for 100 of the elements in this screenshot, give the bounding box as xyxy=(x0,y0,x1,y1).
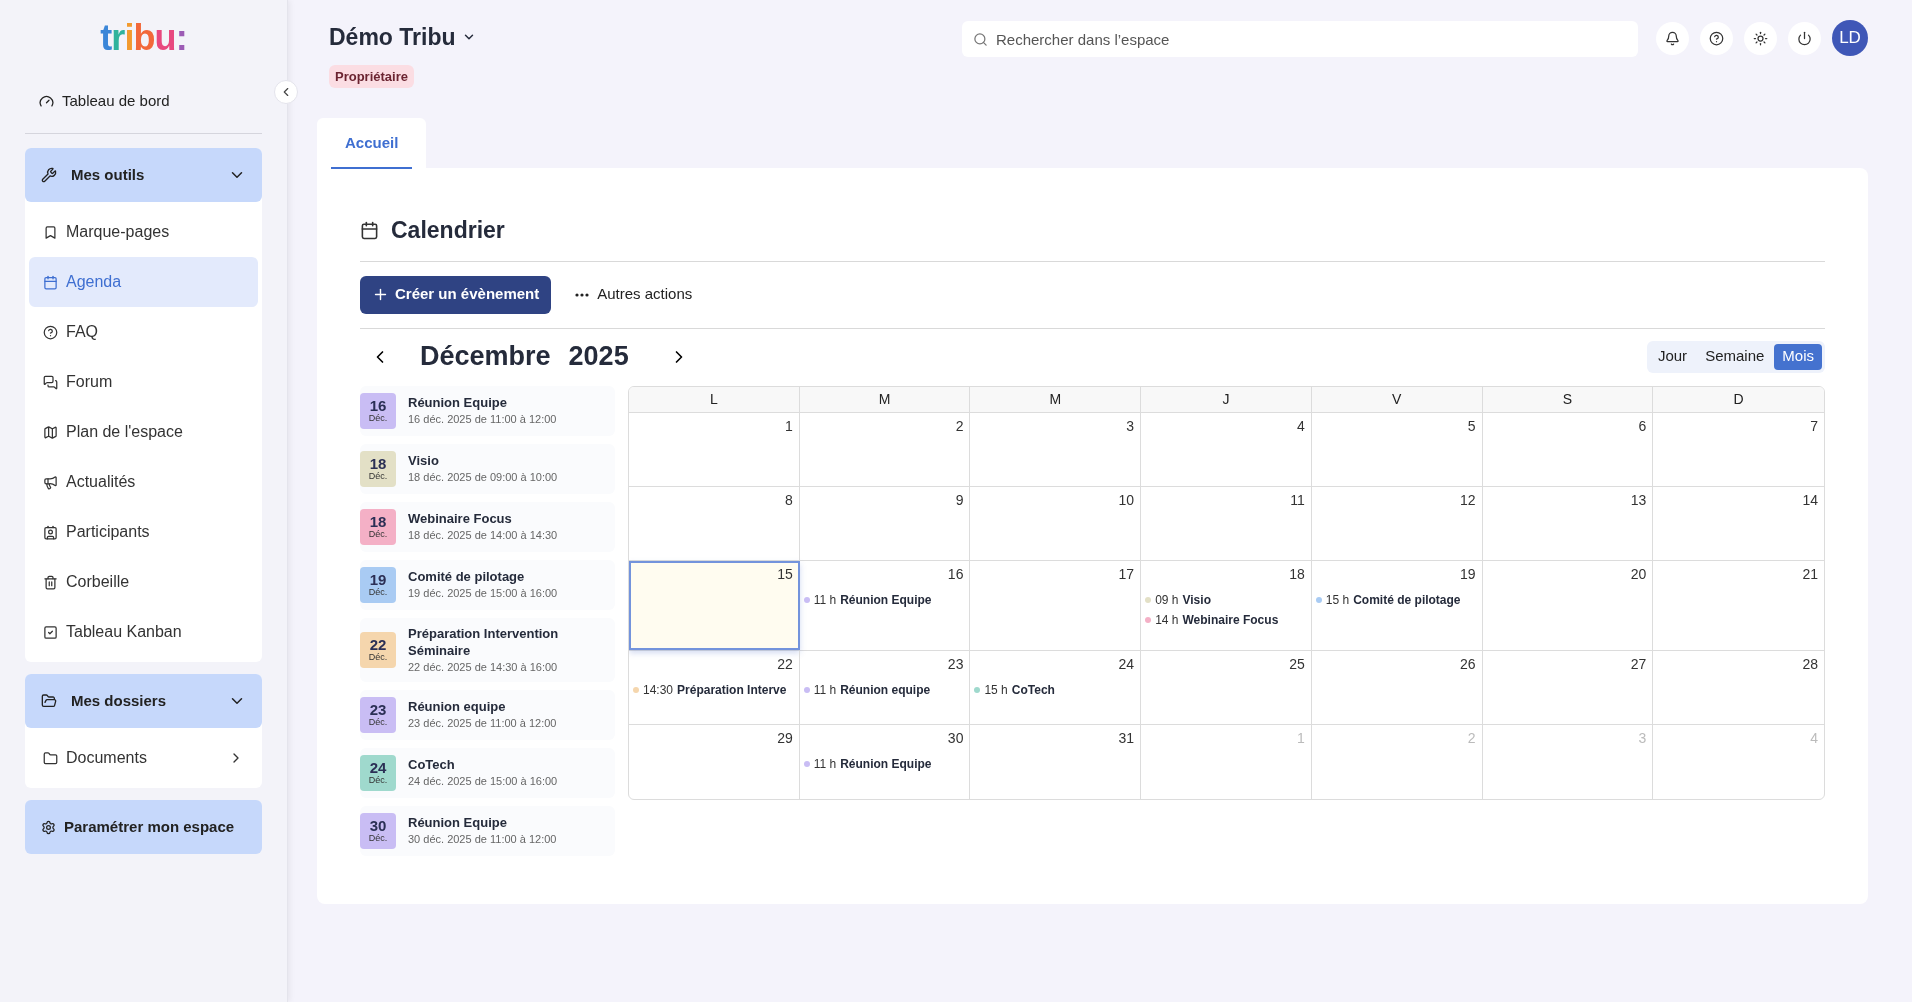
event-title: Réunion Equipe xyxy=(408,814,508,831)
day-cell[interactable]: 24 15 h CoTech xyxy=(970,650,1142,724)
day-cell[interactable]: 6 xyxy=(1482,412,1654,486)
space-title[interactable]: Démo Tribu xyxy=(329,20,476,55)
calendar-event[interactable]: 11 h Réunion Equipe xyxy=(803,754,964,773)
day-cell[interactable]: 9 xyxy=(799,486,971,560)
event-datetime: 16 déc. 2025 de 11:00 à 12:00 xyxy=(408,412,557,427)
view-tab[interactable]: Mois xyxy=(1774,343,1822,370)
day-cell[interactable]: 25 xyxy=(1141,650,1312,724)
day-cell[interactable]: 13 xyxy=(1482,486,1654,560)
help-icon[interactable] xyxy=(1700,21,1733,55)
sidebar-item[interactable]: Participants xyxy=(29,507,258,557)
calendar-event[interactable]: 15 h CoTech xyxy=(974,680,1135,699)
date-badge: 18 Déc. xyxy=(360,450,396,487)
settings-button[interactable]: Paramétrer mon espace xyxy=(25,800,262,854)
weekday-header: L xyxy=(629,386,800,412)
view-tab[interactable]: Semaine xyxy=(1697,343,1773,370)
view-tab[interactable]: Jour xyxy=(1649,343,1696,370)
upcoming-event[interactable]: 18 Déc. Visio 18 déc. 2025 de 09:00 à 10:00 xyxy=(360,443,615,494)
day-cell[interactable]: 5 xyxy=(1311,412,1483,486)
search-field[interactable]: Rechercher dans l’espace xyxy=(962,21,1638,57)
calendar-event[interactable]: 09 h Visio xyxy=(1145,590,1305,609)
day-cell[interactable]: 8 xyxy=(629,486,800,560)
item-icon xyxy=(43,274,58,290)
month-title: Décembre xyxy=(420,340,551,374)
notifications-icon[interactable] xyxy=(1656,21,1689,55)
day-cell[interactable]: 10 xyxy=(970,486,1142,560)
day-cell[interactable]: 19 15 h Comité de pilotage xyxy=(1311,560,1483,650)
settings-icon xyxy=(41,819,56,835)
weekday-header: S xyxy=(1482,386,1654,412)
day-cell[interactable]: 2 xyxy=(799,412,971,486)
collapse-sidebar-button[interactable] xyxy=(274,80,298,104)
event-title: Comité de pilotage xyxy=(408,568,526,585)
user-avatar[interactable]: LD xyxy=(1832,20,1868,56)
upcoming-event[interactable]: 18 Déc. Webinaire Focus 18 déc. 2025 de 14:00 à 14:30 xyxy=(360,501,615,552)
weekday-header: J xyxy=(1141,386,1312,412)
sun-icon[interactable] xyxy=(1744,21,1777,55)
day-cell[interactable]: 26 xyxy=(1311,650,1483,724)
logo: tribu: xyxy=(100,20,187,56)
upcoming-event[interactable]: 23 Déc. Réunion equipe 23 déc. 2025 de 11:00 à 12:00 xyxy=(360,689,615,740)
day-cell[interactable]: 21 xyxy=(1653,560,1824,650)
day-cell[interactable]: 22 14:30 Préparation Interve xyxy=(629,650,800,724)
day-cell[interactable]: 23 11 h Réunion equipe xyxy=(799,650,971,724)
sidebar-item[interactable]: Tableau Kanban xyxy=(29,607,258,657)
item-icon xyxy=(43,574,58,590)
date-badge: 22 Déc. xyxy=(360,631,396,668)
day-cell[interactable]: 16 11 h Réunion Equipe xyxy=(799,560,971,650)
upcoming-event[interactable]: 16 Déc. Réunion Equipe 16 déc. 2025 de 11:00 à 12:00 xyxy=(360,385,615,436)
create-event-button[interactable]: Créer un évènement xyxy=(360,275,552,314)
section-header[interactable]: Mes outils xyxy=(25,148,262,202)
sidebar-item[interactable]: Agenda xyxy=(29,257,258,307)
day-cell[interactable]: 15 xyxy=(629,560,800,650)
day-cell[interactable]: 28 xyxy=(1653,650,1824,724)
tab[interactable]: Accueil xyxy=(317,118,427,168)
item-icon xyxy=(43,474,58,490)
item-icon xyxy=(43,624,58,640)
day-cell[interactable]: 18 09 h Visio 14 h Webinaire Focus xyxy=(1141,560,1312,650)
calendar-event[interactable]: 14:30 Préparation Interve xyxy=(633,680,793,699)
sidebar-item[interactable]: Corbeille xyxy=(29,557,258,607)
power-icon[interactable] xyxy=(1788,21,1821,55)
calendar-event[interactable]: 15 h Comité de pilotage xyxy=(1315,590,1476,609)
day-cell[interactable]: 30 11 h Réunion Equipe xyxy=(799,724,971,799)
event-title: Visio xyxy=(408,452,440,469)
day-cell[interactable]: 29 xyxy=(629,724,800,799)
day-cell[interactable]: 1 xyxy=(629,412,800,486)
calendar-event[interactable]: 11 h Réunion Equipe xyxy=(803,590,964,609)
upcoming-event[interactable]: 22 Déc. Préparation Intervention Séminaire 22 déc. 2025 de 14:30 à 16:00 xyxy=(360,617,615,682)
year-title: 2025 xyxy=(568,340,629,374)
upcoming-event[interactable]: 19 Déc. Comité de pilotage 19 déc. 2025 de 15:00 à 16:00 xyxy=(360,559,615,610)
day-cell[interactable]: 3 xyxy=(970,412,1142,486)
calendar-event[interactable]: 14 h Webinaire Focus xyxy=(1145,610,1305,629)
sidebar-item[interactable]: Actualités xyxy=(29,457,258,507)
day-cell[interactable]: 20 xyxy=(1482,560,1654,650)
weekday-header: M xyxy=(970,386,1142,412)
day-cell[interactable]: 7 xyxy=(1653,412,1824,486)
sidebar-item[interactable]: FAQ xyxy=(29,307,258,357)
day-cell[interactable]: 11 xyxy=(1141,486,1312,560)
sidebar-item[interactable]: Documents xyxy=(29,733,258,783)
calendar-event[interactable]: 11 h Réunion equipe xyxy=(803,680,964,699)
day-cell[interactable]: 4 xyxy=(1141,412,1312,486)
upcoming-event[interactable]: 24 Déc. CoTech 24 déc. 2025 de 15:00 à 16:00 xyxy=(360,747,615,798)
sidebar-item[interactable]: Forum xyxy=(29,357,258,407)
weekday-header: M xyxy=(799,386,971,412)
weekday-header: D xyxy=(1732,389,1745,409)
sidebar-item[interactable]: Tableau de bord xyxy=(25,76,262,126)
item-icon xyxy=(43,324,58,340)
sidebar-item[interactable]: Plan de l'espace xyxy=(29,407,258,457)
upcoming-event[interactable]: 30 Déc. Réunion Equipe 30 déc. 2025 de 11:00 à 12:00 xyxy=(360,805,615,856)
date-badge: 16 Déc. xyxy=(360,392,396,429)
day-cell[interactable]: 14 xyxy=(1653,486,1824,560)
day-cell[interactable]: 12 xyxy=(1311,486,1483,560)
day-cell[interactable]: 27 xyxy=(1482,650,1654,724)
section-header[interactable]: Mes dossiers xyxy=(25,674,262,728)
day-cell[interactable]: 17 xyxy=(970,560,1142,650)
day-cell[interactable]: 31 xyxy=(970,724,1142,799)
event-title: Réunion Equipe xyxy=(408,394,508,411)
date-badge: 30 Déc. xyxy=(360,812,396,849)
sidebar-item[interactable]: Marque-pages xyxy=(29,207,258,257)
more-actions-button[interactable]: Autres actions xyxy=(575,283,693,306)
event-datetime: 24 déc. 2025 de 15:00 à 16:00 xyxy=(408,774,558,789)
